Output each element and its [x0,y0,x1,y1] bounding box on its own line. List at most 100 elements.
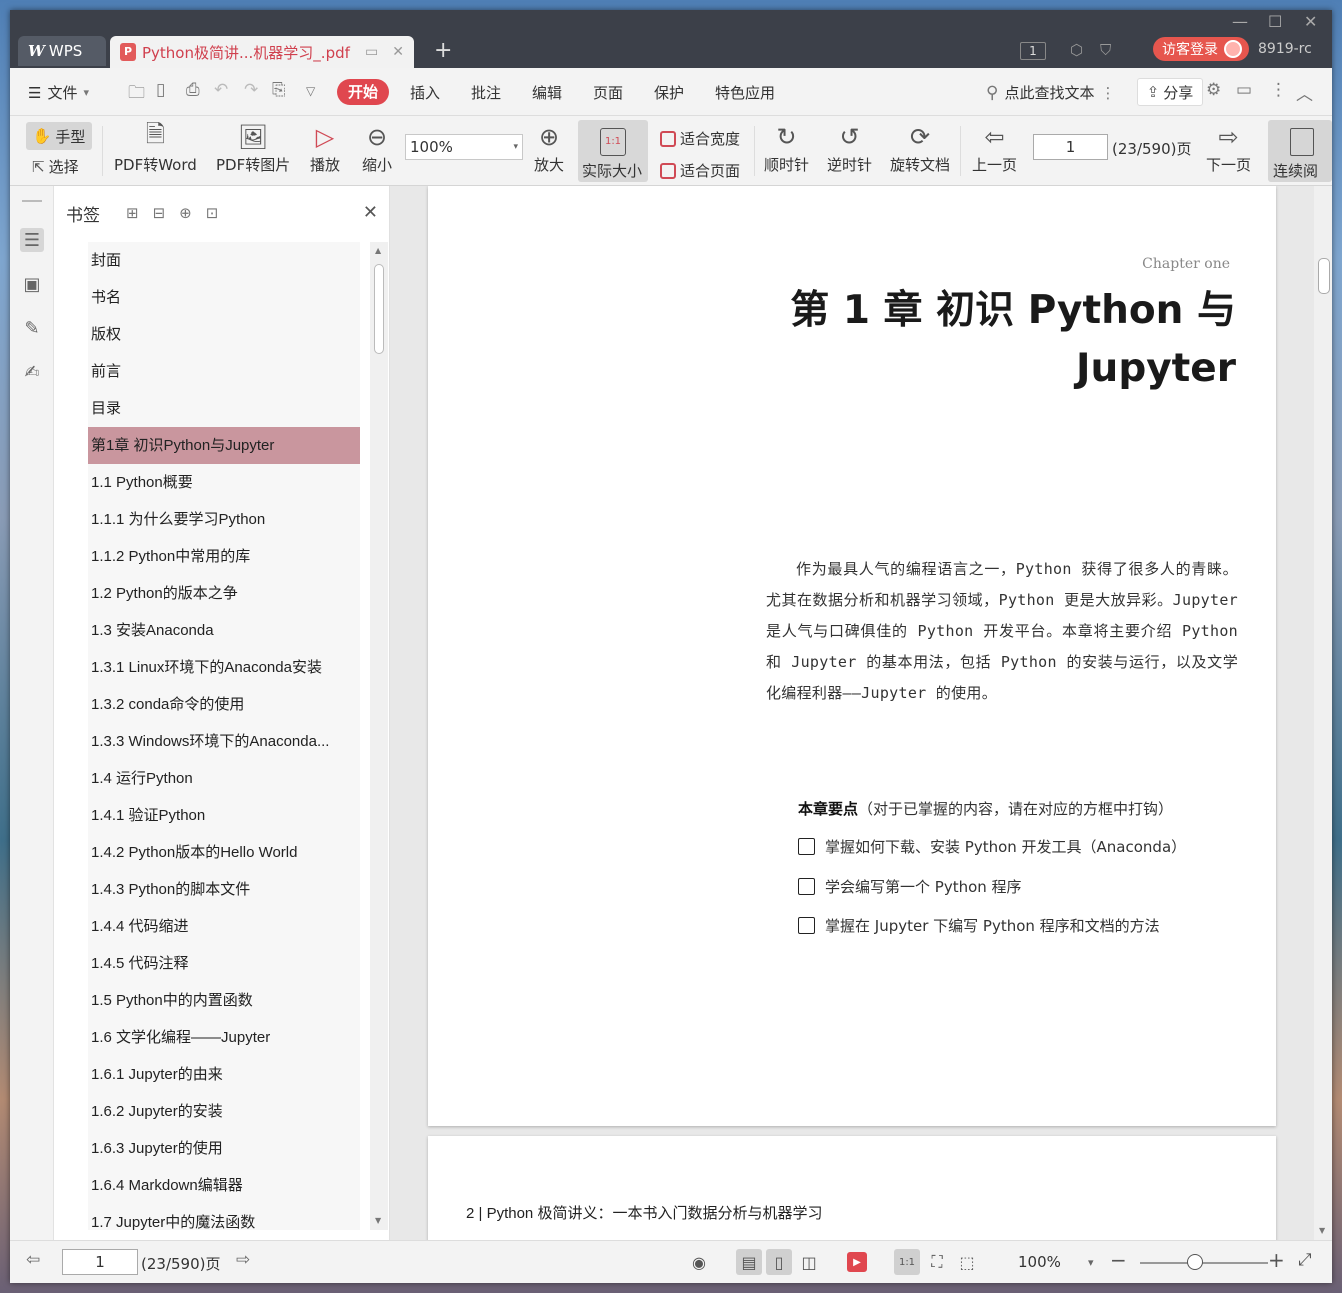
continuous-read-button[interactable]: 连续阅 [1268,120,1332,182]
rotate-clockwise-button[interactable]: ↻ 顺时针 [764,120,809,175]
file-menu[interactable]: ☰ 文件 ▾ [28,82,89,103]
bookmark-icon[interactable]: ⊡ [206,204,219,222]
bookmark-item[interactable]: 1.4.3 Python的脚本文件 [88,871,360,908]
fullscreen-icon[interactable]: ⤢ [1298,1250,1312,1270]
bookmark-item[interactable]: 封面 [88,242,360,279]
signature-icon[interactable]: ✍ [20,360,44,384]
status-page-input[interactable]: 1 [62,1249,138,1275]
bookmark-scrollbar[interactable]: ▲ ▼ [370,242,388,1230]
save-icon[interactable]: ▯ [156,80,165,100]
bookmark-item[interactable]: 1.6.2 Jupyter的安装 [88,1093,360,1130]
drag-handle[interactable] [22,200,42,202]
zoom-slider-knob[interactable] [1187,1254,1203,1270]
scroll-up-icon[interactable]: ▲ [375,246,381,255]
shirt-icon[interactable]: ⛉ [1100,41,1111,59]
fit-page-icon[interactable]: ⬚ [954,1249,980,1275]
scroll-down-icon[interactable]: ▼ [375,1216,381,1225]
two-page-icon[interactable]: ◫ [796,1249,822,1275]
fit-width-icon[interactable]: ⛶ [924,1249,950,1275]
chevron-down-icon[interactable]: ▾ [1088,1256,1094,1269]
bookmark-item[interactable]: 1.2 Python的版本之争 [88,575,360,612]
rotate-document-button[interactable]: ⟳ 旋转文档 [890,120,950,175]
bookmark-item[interactable]: 1.6.1 Jupyter的由来 [88,1056,360,1093]
select-tool-button[interactable]: ⇱ 选择 [32,156,79,177]
bookmark-item[interactable]: 1.1 Python概要 [88,464,360,501]
annotation-icon[interactable]: ✎ [20,316,44,340]
thumbnail-icon[interactable]: ▣ [20,272,44,296]
fit-width-button[interactable]: 适合宽度 [660,128,740,149]
bookmark-item[interactable]: 1.6.4 Markdown编辑器 [88,1167,360,1204]
bookmark-item[interactable]: 1.4.4 代码缩进 [88,908,360,945]
bookmark-item[interactable]: 1.4.2 Python版本的Hello World [88,834,360,871]
open-folder-icon[interactable]: 🗀 [128,80,145,109]
bookmark-item[interactable]: 1.5 Python中的内置函数 [88,982,360,1019]
page-count-indicator[interactable]: 1 [1020,42,1046,60]
checkbox[interactable] [798,917,815,934]
wps-home-tab[interactable]: W WPS [18,36,106,66]
print-icon[interactable]: ⎙ [186,80,200,100]
pdf-to-word-button[interactable]: 🗎 PDF转Word [114,120,197,175]
add-bookmark-icon[interactable]: ⊕ [179,204,192,222]
status-zoom[interactable]: 100% [1018,1253,1061,1271]
checkbox[interactable] [798,878,815,895]
share-button[interactable]: ⇪ 分享 [1137,78,1203,106]
redo-icon[interactable]: ↷ [244,80,258,100]
bookmark-item[interactable]: 书名 [88,279,360,316]
bookmark-item[interactable]: 前言 [88,353,360,390]
tab-page[interactable]: 页面 [593,82,623,103]
comment-icon[interactable]: ▭ [1236,80,1252,100]
undo-icon[interactable]: ↶ [214,80,228,100]
monitor-icon[interactable]: ▭ [365,44,378,60]
continuous-view-icon[interactable]: ▤ [736,1249,762,1275]
document-scrollbar[interactable]: ▼ [1314,186,1332,1240]
skin-icon[interactable]: ⬡ [1070,41,1083,59]
search-box[interactable]: ⚲ 点此查找文本 ⋮ [986,82,1115,103]
zoom-in-icon[interactable]: + [1268,1248,1285,1272]
zoom-out-button[interactable]: ⊖ 缩小 [362,120,392,175]
fit-page-button[interactable]: 适合页面 [660,160,740,181]
scroll-down-icon[interactable]: ▼ [1319,1226,1325,1235]
document-viewer[interactable]: Chapter one 第 1 章 初识 Python 与 Jupyter 作为… [390,186,1332,1240]
collapse-ribbon-icon[interactable]: ︿ [1296,80,1313,105]
bookmark-item[interactable]: 1.6.3 Jupyter的使用 [88,1130,360,1167]
guest-login-button[interactable]: 访客登录 [1153,37,1249,61]
bookmark-item[interactable]: 1.3.1 Linux环境下的Anaconda安装 [88,649,360,686]
zoom-select[interactable]: 100% ▾ [405,134,523,160]
play-button[interactable]: ▶ [844,1249,870,1275]
bookmark-item[interactable]: 1.1.2 Python中常用的库 [88,538,360,575]
next-page-button[interactable]: ⇨ 下一页 [1206,120,1251,175]
bookmark-item[interactable]: 1.1.1 为什么要学习Python [88,501,360,538]
rotate-counterclockwise-button[interactable]: ↺ 逆时针 [827,120,872,175]
bookmark-item[interactable]: 1.6 文学化编程——Jupyter [88,1019,360,1056]
bookmark-panel-icon[interactable]: ☰ [20,228,44,252]
tab-special[interactable]: 特色应用 [715,82,775,103]
hand-tool-button[interactable]: ✋ 手型 [26,122,92,150]
document-tab[interactable]: P Python极简讲...机器学习_.pdf ▭ ✕ [110,36,414,68]
tab-protect[interactable]: 保护 [654,82,684,103]
prev-page-button[interactable]: ⇦ 上一页 [972,120,1017,175]
tab-edit[interactable]: 编辑 [532,82,562,103]
new-tab-button[interactable]: + [434,38,452,63]
tab-insert[interactable]: 插入 [410,82,440,103]
close-window-icon[interactable]: ✕ [1304,12,1317,31]
next-page-icon[interactable]: ⇨ [236,1250,250,1270]
collapse-all-icon[interactable]: ⊟ [153,204,166,222]
scroll-thumb[interactable] [374,264,384,354]
bookmark-item[interactable]: 目录 [88,390,360,427]
actual-size-icon[interactable]: 1:1 [894,1249,920,1275]
gear-icon[interactable]: ⚙ [1206,80,1221,100]
maximize-icon[interactable]: ☐ [1268,12,1282,31]
bookmark-item[interactable]: 1.4.1 验证Python [88,797,360,834]
more-vertical-icon[interactable]: ⋮ [1100,84,1115,102]
zoom-slider[interactable] [1140,1262,1268,1264]
bookmark-item[interactable]: 1.4 运行Python [88,760,360,797]
bookmark-item[interactable]: 1.3 安装Anaconda [88,612,360,649]
play-button[interactable]: ▷ 播放 [310,120,340,175]
more-icon[interactable]: ⋮ [1270,80,1287,100]
actual-size-button[interactable]: 1:1 实际大小 [578,120,648,182]
close-panel-icon[interactable]: ✕ [363,202,378,223]
checkbox[interactable] [798,838,815,855]
bookmark-item[interactable]: 1.7 Jupyter中的魔法函数 [88,1204,360,1230]
more-dropdown-icon[interactable]: ▽ [306,84,315,98]
bookmark-item[interactable]: 第1章 初识Python与Jupyter [88,427,360,464]
